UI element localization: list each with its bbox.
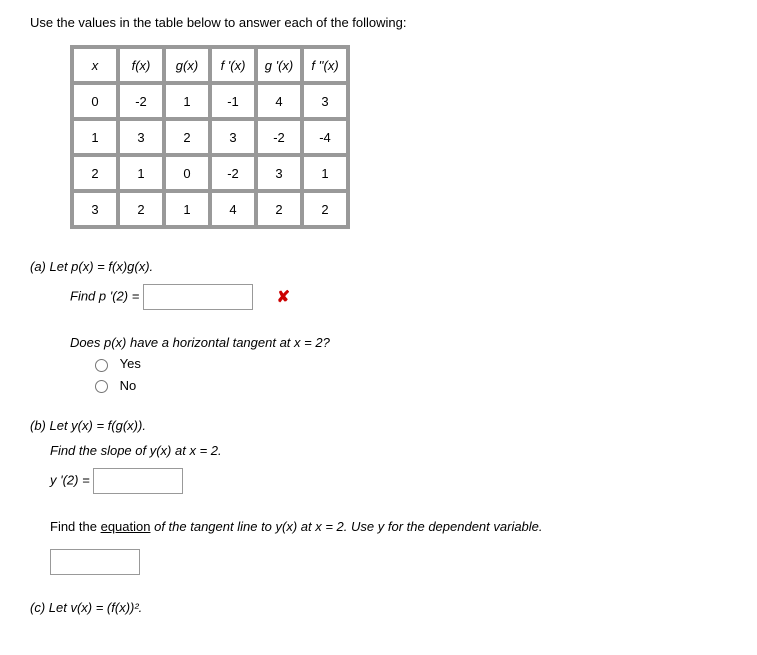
table-header-row: x f(x) g(x) f '(x) g '(x) f ''(x) — [73, 48, 347, 82]
table-row: 3 2 1 4 2 2 — [73, 192, 347, 226]
tangent-question: Does p(x) have a horizontal tangent at x… — [70, 335, 727, 350]
table-row: 0 -2 1 -1 4 3 — [73, 84, 347, 118]
slope-text: Find the slope of y(x) at x = 2. — [50, 443, 222, 458]
part-a: (a) Let p(x) = f(x)g(x). Find p '(2) = ✘… — [30, 259, 727, 393]
col-x: x — [73, 48, 117, 82]
part-b-label: (b) Let y(x) = f(g(x)). — [30, 418, 727, 433]
col-fx: f(x) — [119, 48, 163, 82]
part-c: (c) Let v(x) = (f(x))². — [30, 600, 727, 615]
col-fppx: f ''(x) — [303, 48, 347, 82]
col-gpx: g '(x) — [257, 48, 301, 82]
col-fpx: f '(x) — [211, 48, 255, 82]
radio-yes-label: Yes — [120, 356, 141, 371]
equation-text: Find the equation of the tangent line to… — [50, 519, 543, 534]
table-row: 1 3 2 3 -2 -4 — [73, 120, 347, 154]
tangent-equation-input[interactable] — [50, 549, 140, 575]
radio-no[interactable] — [95, 380, 108, 393]
find-p-label: Find p '(2) = — [70, 288, 143, 303]
table-row: 2 1 0 -2 3 1 — [73, 156, 347, 190]
y-prime-label: y '(2) = — [50, 473, 93, 488]
part-c-label: (c) Let v(x) = (f(x))². — [30, 600, 727, 615]
p-prime-2-input[interactable] — [143, 284, 253, 310]
part-b: (b) Let y(x) = f(g(x)). Find the slope o… — [30, 418, 727, 575]
incorrect-icon: ✘ — [277, 289, 290, 306]
part-a-label: (a) Let p(x) = f(x)g(x). — [30, 259, 727, 274]
radio-no-label: No — [120, 378, 137, 393]
y-prime-2-input[interactable] — [93, 468, 183, 494]
values-table: x f(x) g(x) f '(x) g '(x) f ''(x) 0 -2 1… — [70, 45, 350, 229]
instructions: Use the values in the table below to ans… — [30, 15, 727, 30]
col-gx: g(x) — [165, 48, 209, 82]
radio-yes[interactable] — [95, 359, 108, 372]
